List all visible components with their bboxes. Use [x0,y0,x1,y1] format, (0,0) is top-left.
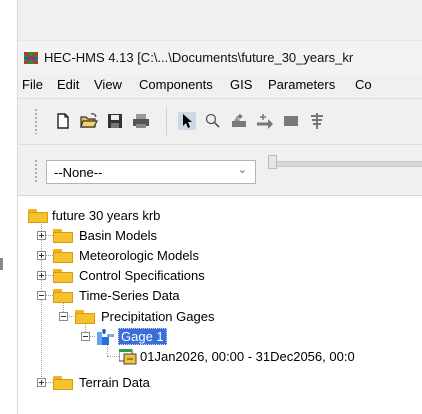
tree-node-label: Control Specifications [79,268,205,283]
watershed-explorer-tree: future 30 years krb Basin Models Meteoro… [18,195,422,414]
selector-grip[interactable] [34,159,38,183]
tree-node-label: Basin Models [79,228,158,243]
tree-node-label: Time-Series Data [79,288,180,303]
tree-node-label-selected: Gage 1 [118,328,167,345]
resize-tick [0,258,3,270]
pointer-arrow-icon[interactable] [178,112,196,130]
menu-compute[interactable]: Co [355,77,372,92]
menu-view[interactable]: View [94,77,122,92]
add-junction-icon[interactable] [308,112,326,130]
add-reservoir-icon[interactable] [282,112,300,130]
menu-gis[interactable]: GIS [230,77,252,92]
folder-icon [53,269,73,283]
toolbar-grip[interactable] [34,108,38,134]
tree-node-label: Precipitation Gages [101,309,215,324]
folder-icon [28,209,48,223]
tree-node-control-specifications[interactable]: Control Specifications [18,266,398,286]
precipitation-gage-icon [97,329,114,345]
slider-thumb[interactable] [268,155,277,169]
add-subbasin-icon[interactable] [230,112,248,130]
menu-edit[interactable]: Edit [57,77,79,92]
menu-parameters[interactable]: Parameters [268,77,335,92]
combo-selected-value: --None-- [54,165,103,180]
collapse-minus-icon[interactable] [81,332,90,341]
menu-file[interactable]: File [22,77,43,92]
tree-node-gage-1[interactable]: Gage 1 [18,327,398,347]
add-reach-icon[interactable] [256,112,274,130]
hec-hms-app-icon [24,52,38,64]
window-title: HEC-HMS 4.13 [C:\...\Documents\future_30… [44,50,354,65]
tree-node-meteorologic-models[interactable]: Meteorologic Models [18,246,398,266]
open-folder-icon[interactable] [80,112,98,130]
title-bar: HEC-HMS 4.13 [C:\...\Documents\future_30… [18,40,422,75]
basin-model-combo[interactable]: --None-- ⌄ [46,160,256,184]
folder-icon [53,289,73,303]
time-window-icon [119,349,137,365]
component-selector-row: --None-- ⌄ [18,144,422,195]
folder-icon [53,249,73,263]
print-icon[interactable] [132,112,150,130]
tree-node-time-series-data[interactable]: Time-Series Data [18,286,398,306]
toolbar-separator [166,107,167,135]
toolbar [18,98,422,143]
tree-node-label: future 30 years krb [52,208,161,223]
expand-plus-icon[interactable] [37,251,46,260]
tree-node-basin-models[interactable]: Basin Models [18,226,398,246]
expand-plus-icon[interactable] [37,271,46,280]
tree-node-root[interactable]: future 30 years krb [28,206,408,226]
slider-track[interactable] [270,161,422,167]
expand-plus-icon[interactable] [37,378,46,387]
new-file-icon[interactable] [54,112,72,130]
folder-icon [53,376,73,390]
collapse-minus-icon[interactable] [59,312,68,321]
tree-node-label: Meteorologic Models [79,248,199,263]
collapse-minus-icon[interactable] [37,291,46,300]
folder-icon [53,229,73,243]
tree-node-label: 01Jan2026, 00:00 - 31Dec2056, 00:0 [140,349,355,364]
save-icon[interactable] [106,112,124,130]
app-window: HEC-HMS 4.13 [C:\...\Documents\future_30… [18,0,422,414]
zoom-icon[interactable] [204,112,222,130]
tree-node-time-window[interactable]: 01Jan2026, 00:00 - 31Dec2056, 00:0 [18,347,422,367]
menu-components[interactable]: Components [139,77,213,92]
left-background-strip [0,0,18,414]
expand-plus-icon[interactable] [37,231,46,240]
tree-node-terrain-data[interactable]: Terrain Data [18,373,398,393]
folder-icon [75,310,95,324]
menu-bar: File Edit View Components GIS Parameters… [18,74,422,96]
chevron-down-icon: ⌄ [237,164,247,176]
tree-node-precipitation-gages[interactable]: Precipitation Gages [18,307,398,327]
tree-node-label: Terrain Data [79,375,150,390]
